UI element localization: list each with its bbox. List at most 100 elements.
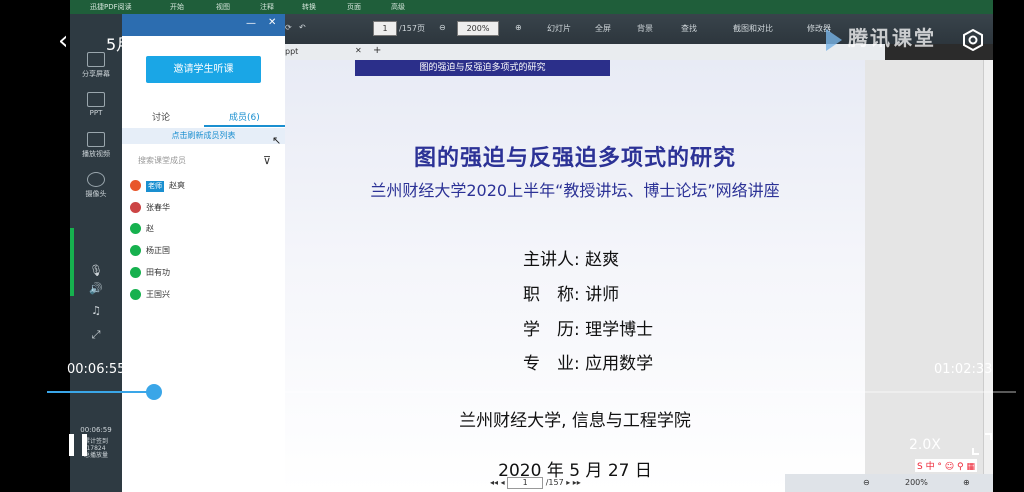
degree-label: 学 历: xyxy=(523,320,580,340)
speaker-name: 赵爽 xyxy=(585,250,620,270)
member-item: 王国兴 xyxy=(130,288,170,302)
playback-speed-button[interactable]: 2.0X xyxy=(909,437,941,453)
slide-header-banner: 图的强迫与反强迫多项式的研究 xyxy=(355,60,610,76)
page-input: 1 xyxy=(373,21,397,36)
play-video-label: 播放视频 xyxy=(82,150,110,158)
pdf-toolbar: ⟳ ↶ 1 /157页 ⊖ 200% ⊕ 幻灯片 全屏 背景 查找 截图和对比 … xyxy=(285,18,885,40)
slideshow-button: 幻灯片 xyxy=(547,24,571,33)
prev-page-icon: ◂◂ ◂ xyxy=(490,478,505,487)
member-item: 杨正国 xyxy=(130,244,170,258)
member-panel: — ✕ 邀请学生听课 讨论 成员(6) 点击刷新成员列表 搜索课堂成员 ⊽ 老师… xyxy=(122,14,285,492)
progress-fill xyxy=(47,391,154,393)
left-edge-indicator xyxy=(70,228,74,296)
tab-members: 成员(6) xyxy=(229,113,260,123)
video-title: 5月27日-赵爽 xyxy=(106,35,207,54)
avatar xyxy=(130,245,141,256)
member-name: 田有功 xyxy=(146,268,170,277)
status-page-total: /157 xyxy=(545,478,564,487)
play-video-icon xyxy=(87,132,105,147)
pause-button[interactable] xyxy=(69,434,89,456)
active-tab-indicator xyxy=(204,125,285,127)
document-tab-bar: ppt ✕ + xyxy=(285,44,885,60)
play-logo-icon xyxy=(826,28,842,51)
music-icon: ♫ xyxy=(91,304,101,317)
job-title-label: 职 称: xyxy=(523,285,580,305)
member-name: 王国兴 xyxy=(146,290,170,299)
new-tab-icon: + xyxy=(373,45,382,56)
zoom-out-status-icon: ⊖ xyxy=(863,478,870,487)
camera-icon xyxy=(87,172,105,187)
play-video-tool: 播放视频 xyxy=(70,132,122,159)
degree-row: 学 历: 理学博士 xyxy=(523,315,653,340)
menu-item-annotate: 注释 xyxy=(260,3,274,11)
undo-icon: ↶ xyxy=(299,23,306,32)
progress-thumb[interactable] xyxy=(146,384,162,400)
avatar xyxy=(130,289,141,300)
current-time: 00:06:55 xyxy=(67,362,126,377)
mouse-cursor-icon: ↖ xyxy=(272,134,282,147)
input-method-icon: S 中 ° ☺ ⚲ ▦ xyxy=(915,459,977,472)
tab-discussion: 讨论 xyxy=(152,113,171,123)
back-button[interactable]: ‹ xyxy=(58,28,68,54)
close-panel-icon: ✕ xyxy=(268,17,277,28)
minimize-icon: — xyxy=(246,18,256,29)
menu-item-advanced: 高级 xyxy=(391,3,405,11)
elapsed-time: 00:06:59 xyxy=(80,426,112,434)
job-title-row: 职 称: 讲师 xyxy=(523,280,619,305)
ppt-tool: PPT xyxy=(70,92,122,117)
menu-bar: 迅捷PDF阅读 开始 视图 注释 转换 页面 高级 xyxy=(70,0,993,14)
member-name: 张春华 xyxy=(146,203,170,212)
menu-item-convert: 转换 xyxy=(302,3,316,11)
speaker-label: 主讲人: xyxy=(523,250,580,270)
member-item: 老师 赵爽 xyxy=(130,179,185,193)
avatar xyxy=(130,180,141,191)
invite-students-button: 邀请学生听课 xyxy=(146,56,261,83)
screenshot-compare-button: 截图和对比 xyxy=(733,24,773,33)
right-gutter xyxy=(865,60,993,492)
doc-tab: ppt xyxy=(285,47,299,56)
fullscreen-icon[interactable] xyxy=(970,432,994,456)
logo-text: 腾讯课堂 xyxy=(848,26,936,50)
next-page-icon: ▸ ▸▸ xyxy=(566,478,581,487)
fullscreen-tool-button: 全屏 xyxy=(595,24,611,33)
rotate-icon: ⟳ xyxy=(285,23,292,32)
status-page-input: 1 xyxy=(507,477,544,489)
member-search-input: 搜索课堂成员 xyxy=(138,156,186,165)
speaker-icon: 🔊 xyxy=(89,282,103,295)
member-item: 赵 xyxy=(130,222,154,236)
find-button: 查找 xyxy=(681,24,697,33)
zoom-in-status-icon: ⊕ xyxy=(963,478,970,487)
menu-app-name: 迅捷PDF阅读 xyxy=(90,3,132,11)
presentation-slide: 图的强迫与反强迫多项式的研究 图的强迫与反强迫多项式的研究 兰州财经大学2020… xyxy=(285,60,865,492)
major-row: 专 业: 应用数学 xyxy=(523,349,653,374)
total-time: 01:02:33 xyxy=(934,362,993,377)
share-screen-label: 分享屏幕 xyxy=(82,70,110,78)
member-name: 杨正国 xyxy=(146,246,170,255)
job-title-value: 讲师 xyxy=(585,285,620,305)
progress-track[interactable] xyxy=(47,391,1016,393)
camera-tool: 摄像头 xyxy=(70,172,122,199)
close-tab-icon: ✕ xyxy=(355,46,362,55)
menu-item-page: 页面 xyxy=(347,3,361,11)
major-value: 应用数学 xyxy=(585,354,654,374)
zoom-out-icon: ⊖ xyxy=(439,23,446,32)
slide-subtitle: 兰州财经大学2020上半年“教授讲坛、博士论坛”网络讲座 xyxy=(370,181,780,200)
microphone-icon: 🎙 xyxy=(89,264,103,277)
tool-column: 分享屏幕 PPT 播放视频 摄像头 🎙 🔊 ♫ ⤢ 00:06:59 累计签到 … xyxy=(70,14,122,492)
tencent-classroom-logo: 腾讯课堂 xyxy=(826,22,936,51)
degree-value: 理学博士 xyxy=(585,320,654,340)
share-screen-icon xyxy=(87,52,105,67)
major-label: 专 业: xyxy=(523,354,580,374)
slide-institution: 兰州财经大学, 信息与工程学院 xyxy=(459,411,691,431)
avatar xyxy=(130,267,141,278)
camera-label: 摄像头 xyxy=(85,190,107,198)
background-button: 背景 xyxy=(637,24,653,33)
status-zoom: 200% xyxy=(905,478,928,487)
menu-item-start: 开始 xyxy=(170,3,184,11)
page-total: /157页 xyxy=(399,24,425,33)
video-frame[interactable]: 迅捷PDF阅读 开始 视图 注释 转换 页面 高级 ⟳ ↶ 1 /157页 ⊖ … xyxy=(70,0,993,492)
teacher-badge: 老师 xyxy=(146,181,164,192)
settings-icon[interactable] xyxy=(962,29,984,51)
zoom-select: 200% xyxy=(457,21,499,36)
status-bar: S 中 ° ☺ ⚲ ▦ ⊖ 200% ⊕ xyxy=(785,459,993,492)
